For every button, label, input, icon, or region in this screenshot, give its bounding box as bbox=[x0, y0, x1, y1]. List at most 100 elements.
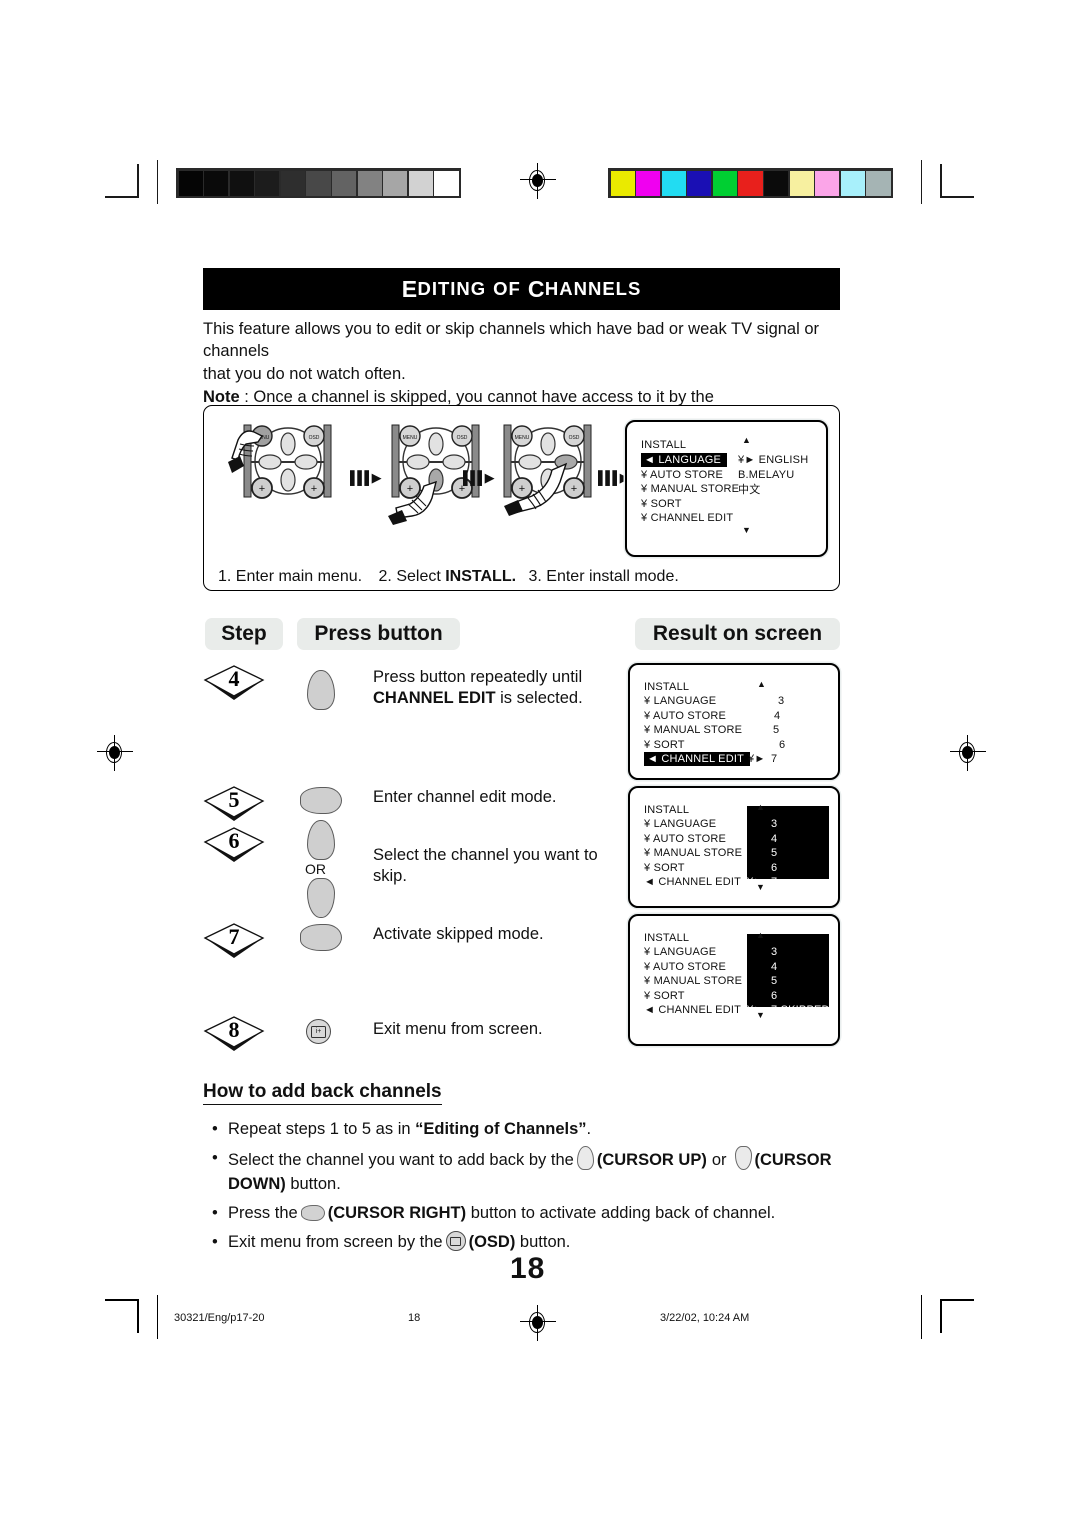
result-screen-2-row-0[interactable]: ¥ LANGUAGE bbox=[644, 818, 716, 830]
bullet-2-post: button. bbox=[285, 1175, 341, 1193]
calibration-swatch-4 bbox=[712, 170, 737, 196]
osd-install-row-0[interactable]: ◄ LANGUAGE bbox=[641, 453, 739, 468]
result-screen-3-header: INSTALL bbox=[644, 932, 690, 944]
result-screen-2-row-2[interactable]: ¥ MANUAL STORE bbox=[644, 847, 742, 859]
calibration-swatch-6 bbox=[332, 170, 357, 196]
diagram-caption-step3: 3. Enter install mode. bbox=[528, 568, 679, 585]
diagram-caption-install: INSTALL. bbox=[445, 568, 517, 585]
result-screen-3-row-3-label: ¥ SORT bbox=[644, 989, 685, 1002]
page-title-channels: HANNELS bbox=[544, 278, 642, 299]
result-screen-1-row-4-label: ◄ CHANNEL EDIT bbox=[644, 752, 751, 766]
osd-install-language-option-1[interactable]: B.MELAYU bbox=[738, 468, 808, 483]
calibration-swatch-10 bbox=[866, 170, 891, 196]
result-screen-3-row-4-value: 7 SKIPPED bbox=[771, 1004, 830, 1016]
osd-install-menu-list: ◄ LANGUAGE ¥ AUTO STORE ¥ MANUAL STORE ¥ SO… bbox=[641, 453, 739, 526]
intro-line-1: This feature allows you to edit or skip … bbox=[203, 320, 820, 360]
svg-text:+: + bbox=[311, 483, 317, 495]
result-screen-1-up-arrow[interactable]: ▲ bbox=[757, 679, 766, 689]
result-screen-1-row-3-label: ¥ SORT bbox=[644, 738, 685, 751]
step-6-or-label: OR bbox=[305, 861, 326, 877]
bullet-1-pre: Repeat steps 1 to 5 as in bbox=[228, 1120, 416, 1138]
result-screen-2-row-1-value: 4 bbox=[771, 832, 778, 845]
result-screen-2-row-1[interactable]: ¥ AUTO STORE bbox=[644, 833, 726, 845]
result-screen-1-row-2-value: 5 bbox=[773, 724, 780, 736]
result-screen-1-row-4[interactable]: ◄ CHANNEL EDIT bbox=[644, 752, 751, 766]
crop-mark-bottom-right-bar bbox=[921, 1295, 923, 1339]
result-screen-2-header: INSTALL bbox=[644, 804, 690, 816]
osd-install-row-3[interactable]: ¥ SORT bbox=[641, 497, 739, 512]
result-screen-1-row-0[interactable]: ¥ LANGUAGE bbox=[644, 695, 716, 707]
osd-install-row-4-content: ¥ CHANNEL EDIT bbox=[641, 512, 734, 525]
svg-text:+: + bbox=[259, 483, 265, 495]
cursor-up-key-step-4[interactable] bbox=[307, 670, 335, 710]
calibration-swatch-5 bbox=[306, 170, 331, 196]
result-screen-2-row-4-label: ◄ CHANNEL EDIT bbox=[644, 876, 742, 888]
calibration-swatch-1 bbox=[636, 170, 661, 196]
result-screen-3-row-1-value: 4 bbox=[771, 960, 778, 973]
result-screen-2-row-4[interactable]: ◄ CHANNEL EDIT bbox=[644, 876, 741, 888]
calibration-swatch-2 bbox=[229, 170, 254, 196]
result-screen-3-row-3[interactable]: ¥ SORT bbox=[644, 990, 685, 1002]
osd-button-step-8[interactable]: i+ bbox=[306, 1019, 331, 1044]
cursor-down-key-step-6[interactable] bbox=[307, 878, 335, 918]
step-7-description: Activate skipped mode. bbox=[373, 924, 633, 945]
result-screen-2-value-panel bbox=[747, 806, 829, 879]
svg-text:OSD: OSD bbox=[457, 435, 468, 441]
result-screen-3-row-0[interactable]: ¥ LANGUAGE bbox=[644, 946, 716, 958]
svg-text:MENU: MENU bbox=[403, 435, 418, 441]
grayscale-calibration-strip bbox=[176, 168, 461, 198]
step-7-line1: Activate skipped mode. bbox=[373, 925, 544, 943]
svg-text:+: + bbox=[519, 483, 525, 495]
step-6-line1: Select the channel you want to skip. bbox=[373, 846, 598, 885]
svg-text:+: + bbox=[407, 483, 413, 495]
step-8-line1: Exit menu from screen. bbox=[373, 1020, 543, 1038]
osd-install-row-3-content: ¥ SORT bbox=[641, 497, 682, 510]
flow-arrow-3: ▌▌▌▶ bbox=[598, 470, 630, 485]
diagram-caption-step2-pre: 2. Select bbox=[378, 568, 446, 585]
osd-install-language-option-0[interactable]: ¥► ENGLISH bbox=[738, 453, 808, 468]
add-back-bullet-2: Select the channel you want to add back … bbox=[208, 1146, 848, 1196]
page-title-of: OF bbox=[493, 278, 521, 299]
result-screen-2-up-arrow[interactable]: ▲ bbox=[756, 802, 765, 812]
calibration-swatch-8 bbox=[383, 170, 408, 196]
result-screen-2-row-3[interactable]: ¥ SORT bbox=[644, 862, 685, 874]
cursor-up-key-step-6[interactable] bbox=[307, 820, 335, 860]
osd-icon-inline bbox=[445, 1231, 466, 1251]
result-screen-1-row-3[interactable]: ¥ SORT bbox=[644, 739, 685, 751]
result-screen-2-row-0-label: ¥ LANGUAGE bbox=[644, 818, 717, 830]
result-screen-1-header: INSTALL bbox=[644, 681, 690, 693]
result-screen-1-content: INSTALL ▲ ¥ LANGUAGE 3 ¥ AUTO STORE 4 ¥ MANUAL… bbox=[628, 663, 840, 795]
step-8-description: Exit menu from screen. bbox=[373, 1019, 633, 1040]
svg-text:+: + bbox=[571, 483, 577, 495]
cursor-right-key-step-7[interactable] bbox=[300, 924, 342, 951]
cursor-right-key-step-5[interactable] bbox=[300, 787, 342, 814]
osd-install-row-2[interactable]: ¥ MANUAL STORE bbox=[641, 482, 739, 497]
result-screen-3-up-arrow[interactable]: ▲ bbox=[756, 930, 765, 940]
page-title-initial-c: C bbox=[527, 275, 545, 302]
calibration-swatch-3 bbox=[255, 170, 280, 196]
note-text-a: : Once a channel is skipped, you cannot … bbox=[239, 388, 714, 406]
step-4-line2-tail: is selected. bbox=[495, 689, 583, 707]
osd-install-row-2-content: ¥ MANUAL STORE bbox=[641, 483, 740, 496]
calibration-swatch-10 bbox=[434, 170, 459, 196]
result-screen-1-row-1[interactable]: ¥ AUTO STORE bbox=[644, 710, 726, 722]
result-screen-1-row-2[interactable]: ¥ MANUAL STORE bbox=[644, 724, 742, 736]
crop-mark-top-right-bar bbox=[921, 160, 923, 204]
crop-mark-top-right-h bbox=[940, 196, 974, 198]
crop-mark-bottom-left-h bbox=[105, 1299, 139, 1301]
result-screen-3-content: INSTALL ▲ ▼ ¥ LANGUAGE 3 ¥ AUTO STORE 4 ¥ MANUA… bbox=[628, 914, 840, 1046]
result-screen-3-row-2[interactable]: ¥ MANUAL STORE bbox=[644, 975, 742, 987]
result-screen-3-row-4-marker: ¥► bbox=[747, 1004, 765, 1016]
remote-illustration-step-3: MENU OSD + + bbox=[503, 424, 592, 516]
result-screen-3-row-0-label: ¥ LANGUAGE bbox=[644, 946, 717, 958]
result-screen-3-row-4[interactable]: ◄ CHANNEL EDIT bbox=[644, 1004, 741, 1016]
osd-install-row-4[interactable]: ¥ CHANNEL EDIT bbox=[641, 511, 739, 526]
osd-install-up-arrow: ▲ bbox=[742, 435, 752, 445]
crop-mark-bottom-left-v bbox=[137, 1299, 139, 1333]
result-screen-3-row-1[interactable]: ¥ AUTO STORE bbox=[644, 961, 726, 973]
osd-install-row-1[interactable]: ¥ AUTO STORE bbox=[641, 468, 739, 483]
result-screen-2-content: INSTALL ▲ ▼ ¥ LANGUAGE 3 ¥ AUTO STORE 4 ¥ MANUA… bbox=[628, 786, 840, 918]
calibration-swatch-8 bbox=[815, 170, 840, 196]
osd-install-language-option-2[interactable]: 中文 bbox=[738, 482, 808, 497]
result-screen-3-row-2-value: 5 bbox=[771, 975, 778, 987]
